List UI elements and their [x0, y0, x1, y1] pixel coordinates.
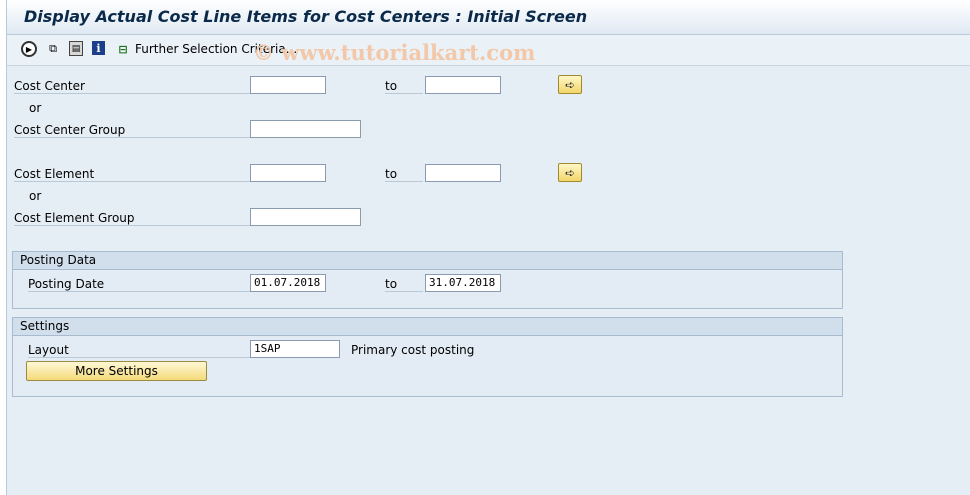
sap-screen: Display Actual Cost Line Items for Cost … — [6, 0, 970, 495]
posting-data-title: Posting Data — [13, 252, 842, 270]
cost-element-from-input[interactable] — [250, 164, 326, 182]
cost-element-multiple-selection-button[interactable]: ➪ — [558, 163, 582, 182]
posting-date-to-input[interactable]: 31.07.2018 — [425, 274, 501, 292]
settings-title: Settings — [13, 318, 842, 336]
posting-date-label: Posting Date — [28, 277, 250, 292]
cost-center-group-input[interactable] — [250, 120, 361, 138]
posting-date-to-label: to — [385, 277, 423, 292]
multiple-selection-arrow-icon: ➪ — [564, 77, 576, 92]
page-title: Display Actual Cost Line Items for Cost … — [24, 7, 588, 26]
or-label: or — [29, 101, 42, 115]
cost-element-group-input[interactable] — [250, 208, 361, 226]
or-label: or — [29, 189, 42, 203]
cost-element-to-input[interactable] — [425, 164, 501, 182]
cost-center-group-label: Cost Center Group — [14, 123, 250, 138]
multiple-selection-arrow-icon: ➪ — [564, 165, 576, 180]
cost-center-label: Cost Center — [14, 79, 250, 94]
layout-description: Primary cost posting — [351, 343, 475, 357]
cost-center-to-input[interactable] — [425, 76, 501, 94]
info-icon[interactable]: i — [92, 41, 105, 55]
posting-date-from-input[interactable]: 01.07.2018 — [250, 274, 326, 292]
cost-center-to-label: to — [385, 79, 423, 94]
cost-center-from-input[interactable] — [250, 76, 326, 94]
cost-center-multiple-selection-button[interactable]: ➪ — [558, 75, 582, 94]
layout-label: Layout — [28, 343, 250, 358]
title-bar: Display Actual Cost Line Items for Cost … — [7, 0, 970, 35]
hierarchy-icon: ⊟ — [118, 42, 128, 56]
save-variant-icon[interactable]: ▤ — [69, 41, 83, 56]
watermark: © www.tutorialkart.com — [253, 40, 536, 65]
cost-element-to-label: to — [385, 167, 423, 182]
layout-input[interactable]: 1SAP — [250, 340, 340, 358]
execute-icon[interactable]: ▶ — [21, 41, 37, 57]
copy-icon[interactable]: ⧉ — [45, 41, 61, 57]
cost-element-group-label: Cost Element Group — [14, 211, 250, 226]
more-settings-button[interactable]: More Settings — [26, 361, 207, 381]
cost-element-label: Cost Element — [14, 167, 250, 182]
